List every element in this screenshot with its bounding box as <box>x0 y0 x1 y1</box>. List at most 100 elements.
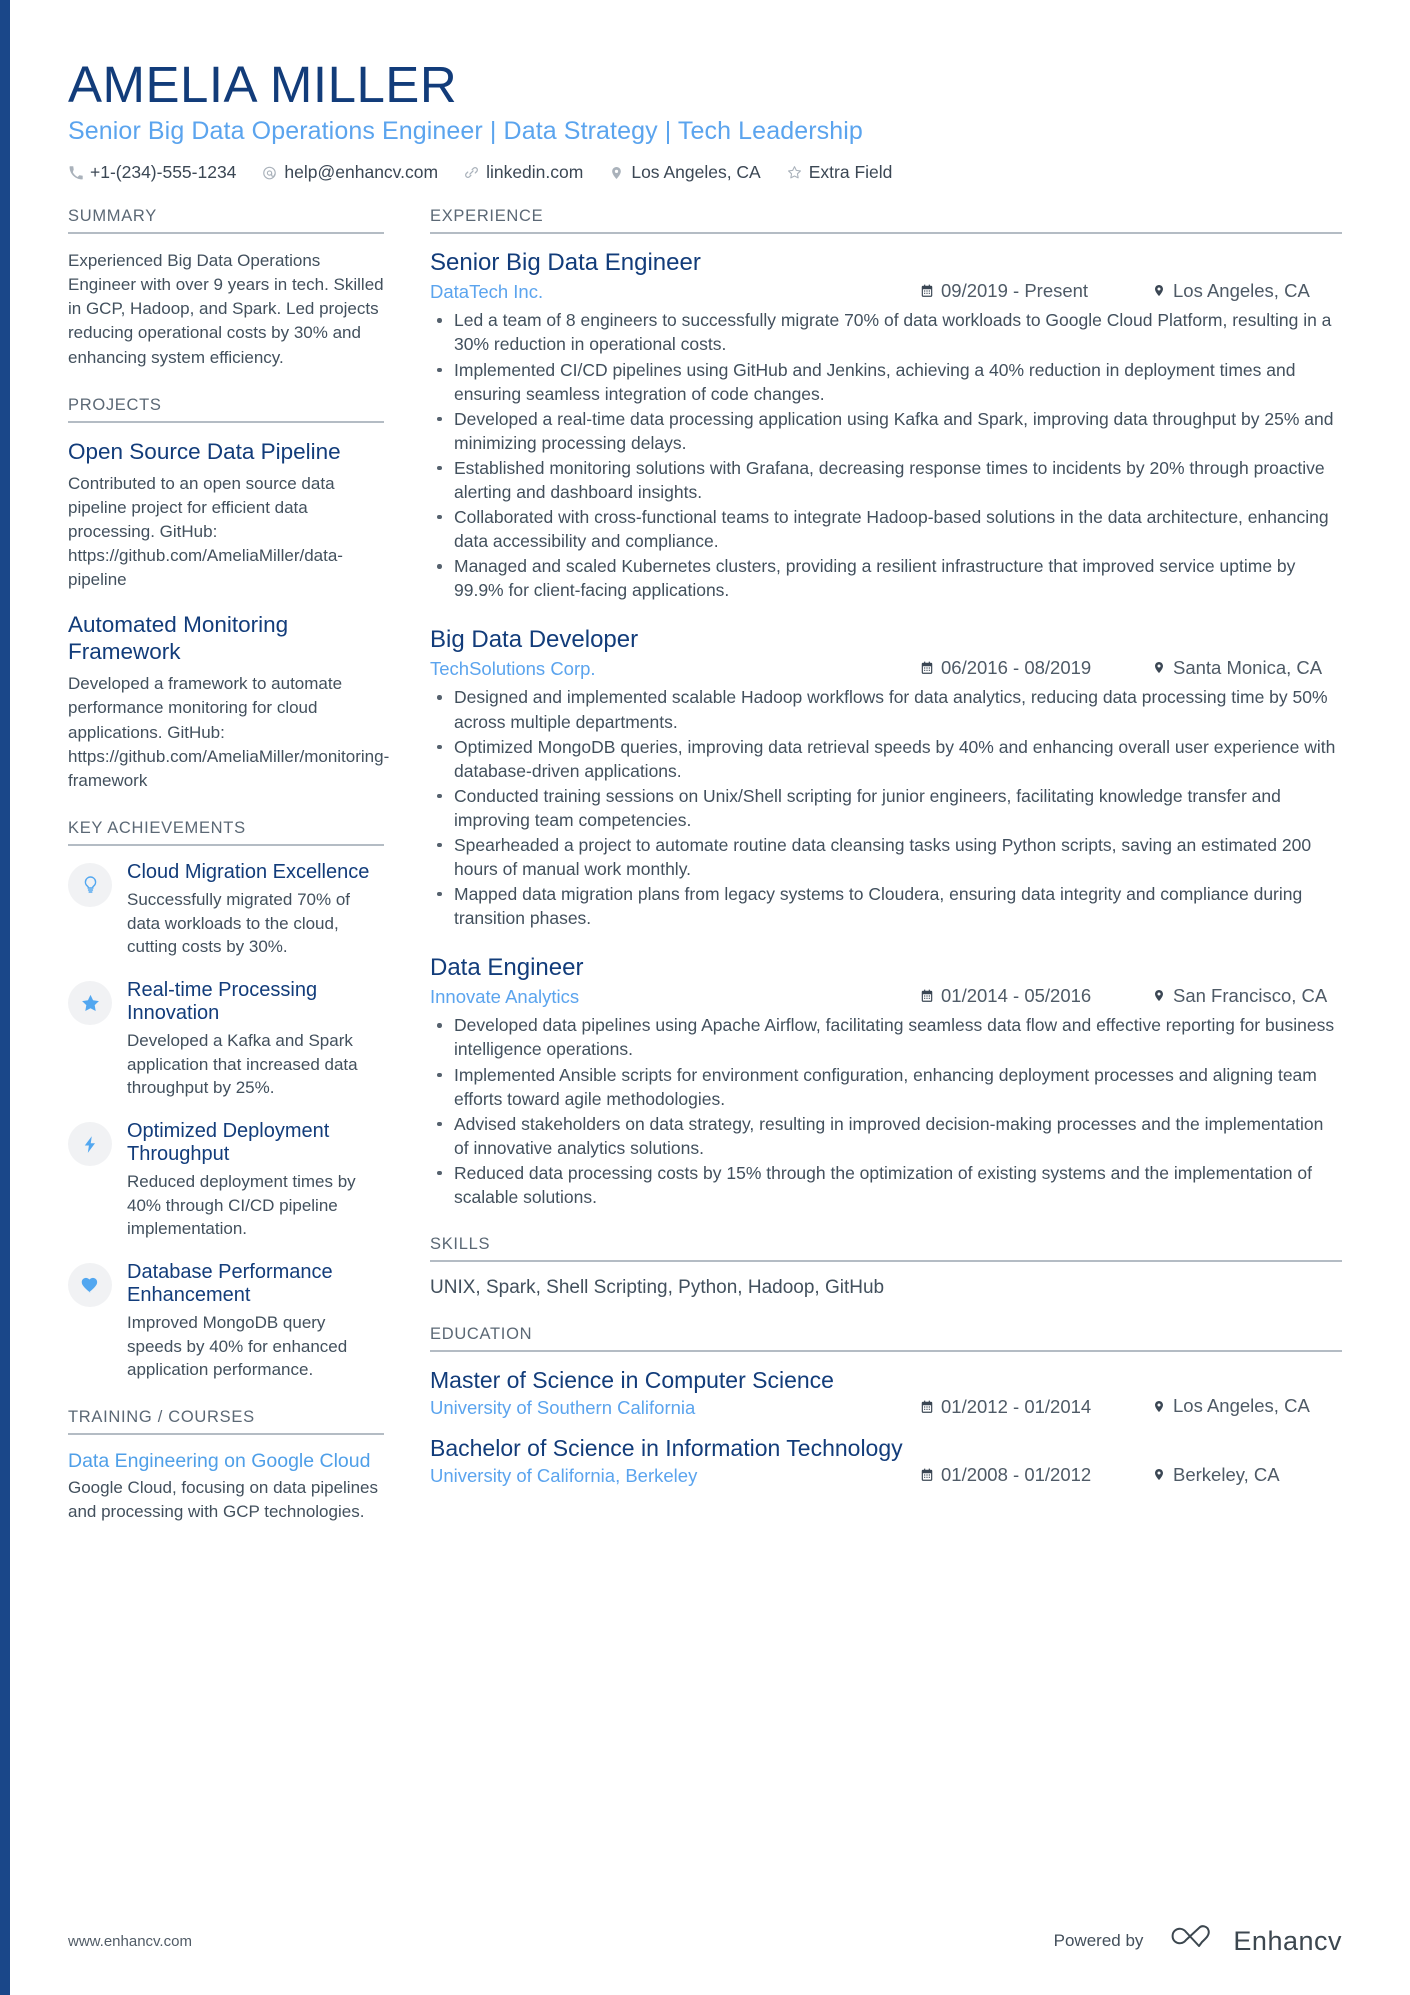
education-meta-row: University of California, Berkeley 01/20… <box>430 1464 1342 1488</box>
calendar-icon <box>920 660 934 676</box>
project-item: Open Source Data Pipeline Contributed to… <box>68 438 384 593</box>
job-location: San Francisco, CA <box>1152 985 1342 1007</box>
left-accent-bar <box>0 0 10 1995</box>
section-key-achievements: KEY ACHIEVEMENTS Cloud Migration Excelle… <box>68 819 384 1382</box>
professional-headline: Senior Big Data Operations Engineer | Da… <box>68 117 863 146</box>
education-location: Berkeley, CA <box>1152 1464 1342 1486</box>
education-dates-text: 01/2008 - 01/2012 <box>941 1464 1092 1486</box>
experience-item: Senior Big Data Engineer DataTech Inc. 0… <box>430 249 1342 602</box>
footer-website[interactable]: www.enhancv.com <box>68 1933 192 1950</box>
achievement-title: Optimized Deployment Throughput <box>127 1120 330 1165</box>
job-bullet: Designed and implemented scalable Hadoop… <box>430 685 1342 733</box>
job-location-text: San Francisco, CA <box>1173 984 1328 1006</box>
job-bullet: Led a team of 8 engineers to successfull… <box>430 308 1342 356</box>
enhancv-mark-icon <box>1159 1923 1221 1959</box>
contact-email-text: help@enhancv.com <box>284 162 439 183</box>
sidebar-column: SUMMARY Experienced Big Data Operations … <box>68 207 390 1524</box>
contact-phone-text: +1-(234)-555-1234 <box>90 162 237 183</box>
achievement-title: Database Performance Enhancement <box>127 1261 333 1306</box>
achievement-title: Real-time Processing Innovation <box>127 979 318 1024</box>
job-bullet: Reduced data processing costs by 15% thr… <box>430 1161 1342 1209</box>
main-column: EXPERIENCE Senior Big Data Engineer Data… <box>430 207 1342 1487</box>
job-bullet: Spearheaded a project to automate routin… <box>430 833 1342 881</box>
contact-linkedin-text: linkedin.com <box>486 162 584 183</box>
job-company: DataTech Inc. <box>430 281 544 303</box>
course-item: Data Engineering on Google Cloud Google … <box>68 1450 384 1524</box>
achievement-item: Optimized Deployment Throughput Reduced … <box>68 1120 384 1241</box>
job-dates: 06/2016 - 08/2019 <box>920 657 1152 679</box>
calendar-icon <box>920 1467 934 1483</box>
project-description: Developed a framework to automate perfor… <box>68 674 390 790</box>
enhancv-logo: Enhancv <box>1159 1923 1342 1959</box>
education-location-text: Berkeley, CA <box>1173 1463 1280 1485</box>
job-bullet: Conducted training sessions on Unix/Shel… <box>430 784 1342 832</box>
job-dates-text: 01/2014 - 05/2016 <box>941 985 1092 1007</box>
job-bullet: Mapped data migration plans from legacy … <box>430 882 1342 930</box>
job-location: Los Angeles, CA <box>1152 280 1342 302</box>
section-title-education: EDUCATION <box>430 1325 1342 1352</box>
section-experience: EXPERIENCE Senior Big Data Engineer Data… <box>430 207 1342 1209</box>
summary-text: Experienced Big Data Operations Engineer… <box>68 251 384 367</box>
job-bullets: Developed data pipelines using Apache Ai… <box>430 1013 1342 1209</box>
location-pin-icon <box>1152 660 1166 676</box>
education-location-text: Los Angeles, CA <box>1173 1395 1310 1417</box>
course-name: Data Engineering on Google Cloud <box>68 1450 371 1473</box>
email-icon <box>262 164 277 181</box>
achievement-icon-wrapper <box>68 1263 112 1308</box>
heart-icon <box>80 1275 101 1296</box>
section-title-projects: PROJECTS <box>68 396 384 423</box>
section-title-training-courses: TRAINING / COURSES <box>68 1408 384 1436</box>
education-meta-row: University of Southern California 01/201… <box>430 1395 1342 1419</box>
experience-item: Big Data Developer TechSolutions Corp. 0… <box>430 626 1342 930</box>
page-title: AMELIA MILLER <box>68 56 458 113</box>
job-bullet: Established monitoring solutions with Gr… <box>430 456 1342 504</box>
resume-header: AMELIA MILLER Senior Big Data Operations… <box>68 56 1342 183</box>
achievement-item: Real-time Processing Innovation Develope… <box>68 979 384 1100</box>
location-pin-icon <box>1152 988 1166 1004</box>
achievement-item: Database Performance Enhancement Improve… <box>68 1261 384 1382</box>
education-item: Bachelor of Science in Information Techn… <box>430 1435 1342 1487</box>
course-description: Google Cloud, focusing on data pipelines… <box>68 1478 378 1522</box>
education-dates: 01/2012 - 01/2014 <box>920 1396 1152 1418</box>
achievement-description: Reduced deployment times by 40% through … <box>127 1171 356 1239</box>
project-name: Automated Monitoring Framework <box>68 612 289 665</box>
achievement-icon-wrapper <box>68 1122 112 1167</box>
job-bullet: Implemented CI/CD pipelines using GitHub… <box>430 358 1342 406</box>
project-name: Open Source Data Pipeline <box>68 438 341 464</box>
footer-brand: Powered by Enhancv <box>1054 1923 1342 1959</box>
contact-email[interactable]: help@enhancv.com <box>262 162 438 183</box>
education-school: University of California, Berkeley <box>430 1465 698 1487</box>
lightning-bolt-icon <box>81 1135 100 1154</box>
job-meta-row: TechSolutions Corp. 06/2016 - 08/2019 Sa… <box>430 657 1342 681</box>
achievement-icon-wrapper <box>68 981 112 1026</box>
job-location-text: Los Angeles, CA <box>1173 279 1310 301</box>
star-icon <box>80 993 101 1014</box>
section-title-summary: SUMMARY <box>68 207 384 235</box>
education-dates-text: 01/2012 - 01/2014 <box>941 1395 1092 1417</box>
job-company: Innovate Analytics <box>430 986 580 1008</box>
education-degree: Bachelor of Science in Information Techn… <box>430 1434 903 1461</box>
job-bullet: Implemented Ansible scripts for environm… <box>430 1063 1342 1111</box>
project-item: Automated Monitoring Framework Developed… <box>68 611 390 793</box>
contact-location: Los Angeles, CA <box>609 162 761 183</box>
skills-list: UNIX, Spark, Shell Scripting, Python, Ha… <box>430 1276 885 1298</box>
calendar-icon <box>920 1399 934 1415</box>
powered-by-label: Powered by <box>1053 1931 1144 1950</box>
job-bullets: Led a team of 8 engineers to successfull… <box>430 308 1342 602</box>
achievement-icon-wrapper <box>68 862 112 907</box>
lightbulb-icon <box>81 875 100 894</box>
section-education: EDUCATION Master of Science in Computer … <box>430 1325 1342 1487</box>
education-dates: 01/2008 - 01/2012 <box>920 1464 1152 1486</box>
job-location-text: Santa Monica, CA <box>1173 656 1323 678</box>
location-pin-icon <box>1152 283 1166 299</box>
contact-extra-field-text: Extra Field <box>808 162 893 183</box>
contact-location-text: Los Angeles, CA <box>631 162 761 183</box>
contact-linkedin[interactable]: linkedin.com <box>464 162 583 183</box>
contact-extra-field: Extra Field <box>787 162 893 183</box>
job-bullet: Developed a real-time data processing ap… <box>430 407 1342 455</box>
education-item: Master of Science in Computer Science Un… <box>430 1367 1342 1419</box>
contact-phone[interactable]: +1-(234)-555-1234 <box>68 162 236 183</box>
job-role: Senior Big Data Engineer <box>430 249 701 277</box>
job-bullets: Designed and implemented scalable Hadoop… <box>430 685 1342 930</box>
job-dates: 01/2014 - 05/2016 <box>920 985 1152 1007</box>
